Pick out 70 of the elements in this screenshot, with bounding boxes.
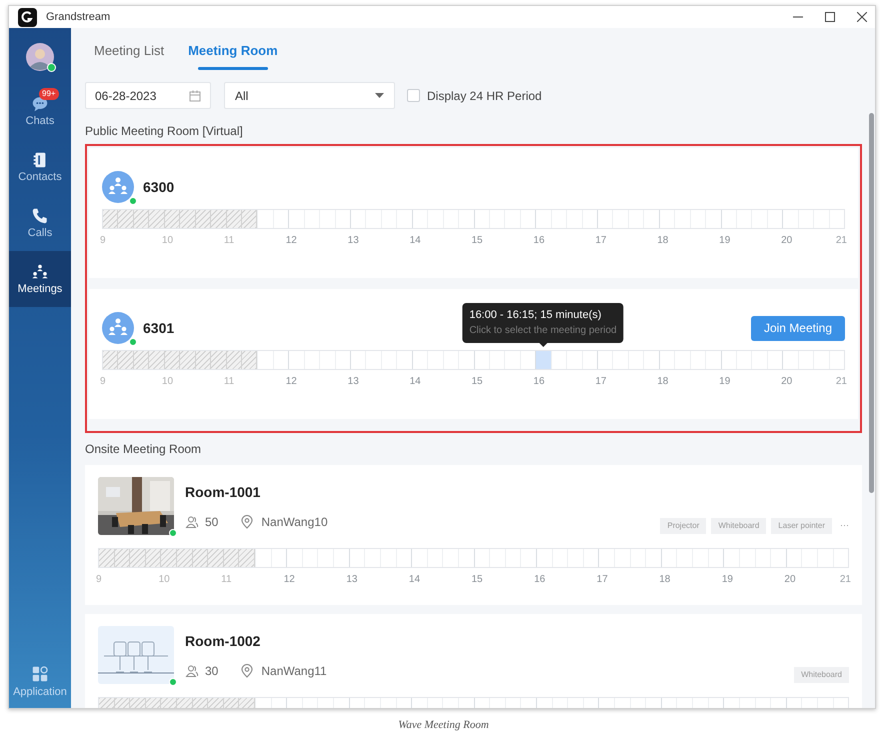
equipment-tag: Projector	[660, 518, 706, 534]
hour-label: 9	[100, 234, 106, 248]
more-button[interactable]: ···	[840, 519, 849, 533]
hour-label: 10	[162, 234, 174, 248]
sidebar-item[interactable]: Application	[9, 665, 71, 708]
hour-label: 18	[657, 375, 668, 389]
hour-label: 18	[657, 234, 668, 248]
hour-label: 15	[472, 375, 483, 389]
hour-label: 20	[781, 375, 792, 389]
hour-label: 16	[534, 573, 546, 587]
hour-label: 11	[221, 573, 232, 587]
sidebar-item[interactable]: Calls	[9, 195, 71, 251]
hour-label: 21	[840, 573, 851, 587]
room-name: Room-1002	[185, 632, 262, 650]
tab[interactable]: Meeting List	[94, 41, 164, 61]
hour-label: 15	[472, 234, 483, 248]
hour-label: 14	[410, 234, 421, 248]
hour-label: 20	[784, 573, 796, 587]
section-title: Public Meeting Room [Virtual]	[85, 123, 244, 139]
hour-label: 14	[410, 375, 421, 389]
hour-label: 16	[533, 234, 545, 248]
tooltip-title: 16:00 - 16:15; 15 minute(s)	[469, 308, 602, 323]
section-title: Onsite Meeting Room	[85, 441, 202, 457]
hour-label: 13	[346, 573, 358, 587]
hour-label: 19	[719, 234, 730, 248]
room-capacity: 30	[205, 662, 218, 680]
room-name: 6300	[143, 178, 174, 196]
hour-label: 13	[348, 375, 359, 389]
hour-label: 15	[471, 573, 483, 587]
window-title: Grandstream	[46, 10, 110, 25]
room-capacity: 50	[205, 514, 218, 530]
hour-label: 11	[224, 375, 234, 389]
hour-label: 9	[100, 375, 106, 389]
sidebar-item[interactable]: Meetings	[9, 251, 71, 307]
date-field[interactable]: 06-28-2023	[85, 82, 211, 109]
hour-label: 17	[595, 375, 606, 389]
hour-label: 13	[348, 234, 359, 248]
hour-label: 19	[719, 375, 730, 389]
hour-label: 21	[836, 234, 847, 248]
hour-label: 16	[533, 375, 545, 389]
room-location: NanWang11	[261, 662, 327, 680]
hour-label: 20	[781, 234, 792, 248]
hour-label: 18	[659, 573, 670, 587]
hour-label: 10	[158, 573, 170, 587]
hour-label: 19	[722, 573, 733, 587]
equipment-tag: Whiteboard	[711, 518, 766, 534]
hour-label: 21	[836, 375, 847, 389]
room-name: Room-1001	[185, 482, 262, 502]
figure-caption: Wave Meeting Room	[397, 718, 490, 733]
tab[interactable]: Meeting Room	[188, 41, 278, 61]
tooltip-hint: Click to select the meeting period	[469, 324, 617, 338]
room-location: NanWang10	[261, 514, 328, 530]
hour-label: 10	[162, 375, 174, 389]
equipment-tag: Laser pointer	[771, 518, 832, 534]
checkbox-label: Display 24 HR Period	[427, 88, 542, 104]
hour-label: 12	[286, 234, 297, 248]
join-meeting-button[interactable]: Join Meeting	[750, 316, 845, 340]
hour-label: 14	[408, 573, 420, 587]
type-select[interactable]: All	[224, 82, 395, 109]
hour-label: 12	[284, 573, 295, 587]
sidebar-item[interactable]: Contacts	[9, 139, 71, 195]
hour-label: 17	[596, 573, 608, 587]
hour-label: 12	[286, 375, 297, 389]
equipment-tag: Whiteboard	[794, 667, 849, 683]
unread-badge: 99+	[39, 88, 59, 100]
sidebar-item[interactable]: Chats 99+	[9, 83, 71, 139]
hour-label: 11	[224, 234, 234, 248]
hour-label: 17	[595, 234, 606, 248]
room-name: 6301	[143, 318, 174, 338]
hour-label: 9	[96, 573, 102, 587]
